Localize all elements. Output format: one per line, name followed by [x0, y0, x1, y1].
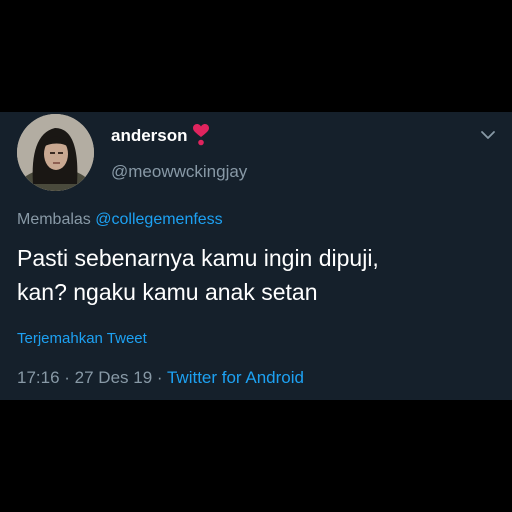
tweet-time[interactable]: 17:16 — [17, 368, 60, 387]
replying-to: Membalas @collegemenfess — [17, 210, 223, 230]
avatar[interactable] — [17, 114, 94, 191]
tweet-menu-button[interactable] — [477, 127, 499, 143]
tweet-date[interactable]: 27 Des 19 — [75, 368, 153, 387]
meta-separator: · — [59, 368, 75, 387]
tweet-meta: 17:16 · 27 Des 19 · Twitter for Android — [17, 367, 304, 389]
tweet-text-line: kan? ngaku kamu anak setan — [17, 279, 318, 305]
tweet-text-line: Pasti sebenarnya kamu ingin dipuji, — [17, 245, 379, 271]
reply-mention-link[interactable]: @collegemenfess — [95, 211, 222, 228]
heart-exclamation-emoji — [192, 124, 210, 146]
meta-separator: · — [152, 368, 167, 387]
tweet-text: Pasti sebenarnya kamu ingin dipuji, kan?… — [17, 241, 497, 309]
translate-tweet-link[interactable]: Terjemahkan Tweet — [17, 330, 147, 348]
screenshot-page: anderson @meowwckingjay Membalas @colleg… — [0, 0, 512, 512]
tweet-source-link[interactable]: Twitter for Android — [167, 368, 304, 387]
replying-to-label: Membalas — [17, 211, 91, 228]
chevron-down-icon — [481, 131, 495, 139]
display-name[interactable]: anderson — [111, 126, 188, 146]
author-handle[interactable]: @meowwckingjay — [111, 162, 247, 182]
